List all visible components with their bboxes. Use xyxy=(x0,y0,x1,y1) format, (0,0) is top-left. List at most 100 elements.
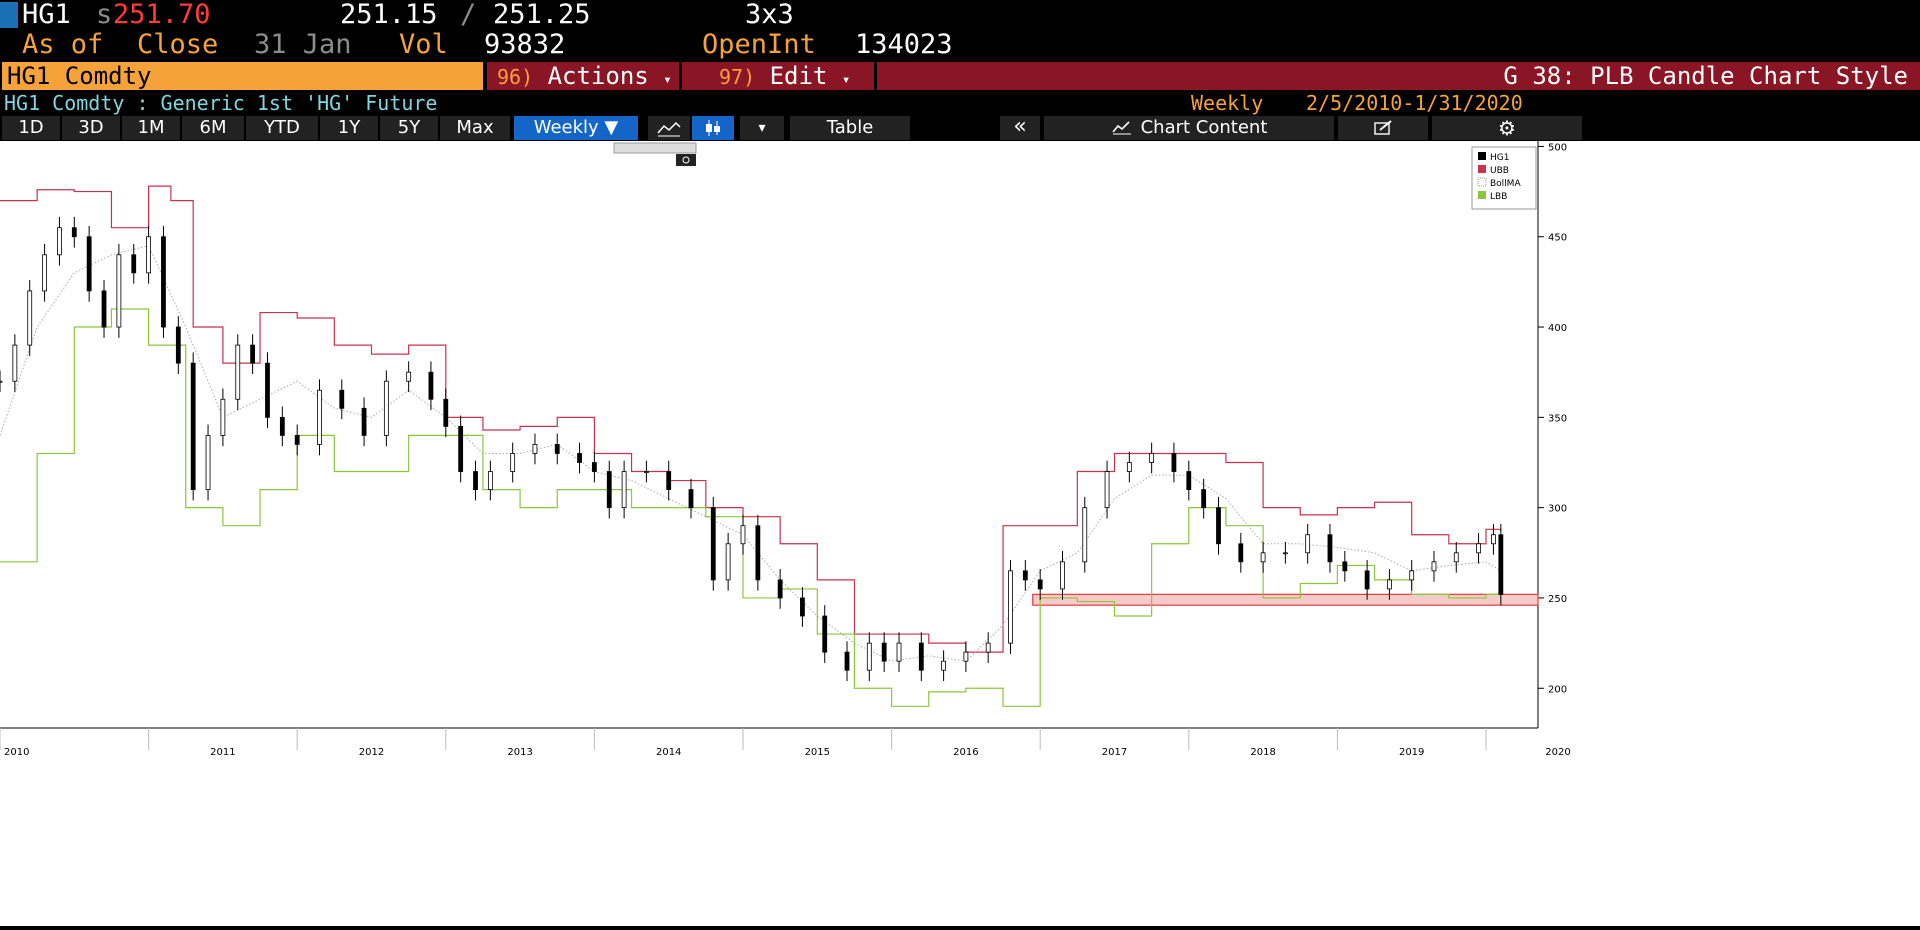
date-range: 2/5/2010-1/31/2020 xyxy=(1306,91,1523,115)
candle xyxy=(896,632,902,673)
candle xyxy=(1327,523,1333,573)
period-1m-button[interactable]: 1M xyxy=(122,116,180,140)
x-tick-label: 2017 xyxy=(1102,747,1127,758)
candle xyxy=(42,243,47,302)
candle xyxy=(116,243,122,338)
candle xyxy=(1260,541,1266,573)
candle xyxy=(161,225,166,338)
security-field[interactable]: HG1 Comdty xyxy=(2,62,483,90)
candle xyxy=(644,460,649,483)
candle xyxy=(1498,523,1504,606)
collapse-icon[interactable]: « xyxy=(1000,116,1040,140)
y-tick-label: 350 xyxy=(1548,413,1567,424)
drawing-tools-strip[interactable] xyxy=(613,142,697,166)
candle xyxy=(265,352,270,429)
candle xyxy=(175,316,181,374)
candle xyxy=(1104,460,1110,519)
price-prefix: s xyxy=(96,0,113,30)
chart-content-button[interactable]: Chart Content xyxy=(1044,116,1334,140)
period-ytd-button[interactable]: YTD xyxy=(246,116,318,140)
candle xyxy=(1082,496,1088,573)
candle xyxy=(755,514,761,591)
actions-menu[interactable]: 96) Actions ▾ xyxy=(487,62,679,90)
candle xyxy=(1171,442,1177,483)
gear-icon: ⚙ xyxy=(1498,116,1516,140)
period-max-button[interactable]: Max xyxy=(440,116,510,140)
frequency-dropdown[interactable]: Weekly ▼ xyxy=(514,116,638,140)
candle xyxy=(1008,560,1013,654)
y-tick-label: 250 xyxy=(1548,594,1567,605)
period-5y-button[interactable]: 5Y xyxy=(380,116,438,140)
candle xyxy=(235,334,241,411)
chart-toolbar: 1D 3D 1M 6M YTD 1Y 5Y Max Weekly ▼ ▾ Tab… xyxy=(0,116,1920,141)
candle xyxy=(146,225,151,284)
candle xyxy=(985,632,991,663)
period-3d-button[interactable]: 3D xyxy=(62,116,120,140)
chart-content-icon xyxy=(1111,121,1131,135)
candle xyxy=(86,225,92,302)
period-label: Weekly xyxy=(1191,91,1264,115)
chart-area[interactable]: 200 250 300 350 400 450 500 2010 2011 2012 2013 20… xyxy=(0,141,1920,926)
candle xyxy=(473,460,478,501)
candle xyxy=(606,460,612,519)
candle xyxy=(317,379,322,456)
line-chart-icon xyxy=(657,121,681,137)
bid-price: 251.15 xyxy=(340,0,438,30)
chart-type-dropdown[interactable]: ▾ xyxy=(740,116,784,140)
security-description-line: HG1 Comdty : Generic 1st 'HG' Future Wee… xyxy=(0,91,1920,115)
candle xyxy=(220,388,226,447)
y-tick-label: 450 xyxy=(1548,233,1567,244)
candle xyxy=(510,442,516,483)
table-button[interactable]: Table xyxy=(790,116,910,140)
candle xyxy=(1342,550,1348,582)
edit-menu[interactable]: 97) Edit ▾ xyxy=(682,62,874,90)
candle xyxy=(822,605,828,663)
candle xyxy=(71,216,77,248)
x-tick-label: 2011 xyxy=(210,747,235,758)
price-chart[interactable]: 200250300350400450500 2010 2011 2012 2013 20… xyxy=(0,141,1920,926)
edit-label: Edit xyxy=(769,62,828,90)
support-band-rect xyxy=(1032,593,1539,606)
bid-ask-size: 3x3 xyxy=(745,0,794,30)
candle xyxy=(621,460,627,519)
period-6m-button[interactable]: 6M xyxy=(182,116,244,140)
candle xyxy=(1491,523,1496,555)
candle xyxy=(443,388,449,438)
actions-caret-icon: ▾ xyxy=(663,72,672,88)
x-tick-label: 2020 xyxy=(1545,747,1570,758)
security-description: HG1 Comdty : Generic 1st 'HG' Future xyxy=(4,91,438,115)
candle xyxy=(554,433,560,465)
volume-value: 93832 xyxy=(484,29,566,60)
candle xyxy=(1186,460,1192,501)
candle xyxy=(1238,532,1244,573)
settings-button[interactable]: ⚙ xyxy=(1432,116,1582,140)
candle xyxy=(777,569,783,609)
candle xyxy=(12,334,18,393)
ask-price: 251.25 xyxy=(493,0,591,30)
close-label: Close xyxy=(137,29,219,60)
candle xyxy=(1126,451,1132,483)
candle-chart-button[interactable] xyxy=(692,116,734,140)
candle xyxy=(800,587,805,627)
annotate-button[interactable] xyxy=(1338,116,1428,140)
open-interest-label: OpenInt xyxy=(702,29,816,60)
period-1y-button[interactable]: 1Y xyxy=(320,116,378,140)
y-tick-label: 300 xyxy=(1548,504,1567,515)
candle xyxy=(279,406,285,447)
candle xyxy=(27,280,33,356)
candle xyxy=(866,632,872,682)
candle xyxy=(294,424,300,456)
period-1d-button[interactable]: 1D xyxy=(2,116,60,140)
legend-label: LBB xyxy=(1490,192,1507,202)
candle xyxy=(339,379,345,420)
candle xyxy=(428,361,434,411)
legend-label: BollMA xyxy=(1490,179,1521,189)
candle xyxy=(205,424,211,501)
x-tick-label: 2010 xyxy=(4,747,29,758)
candle xyxy=(1060,550,1065,600)
edit-chart-icon xyxy=(1374,120,1392,135)
line-chart-button[interactable] xyxy=(648,116,690,140)
candlestick-icon xyxy=(706,120,720,136)
candle xyxy=(881,632,887,673)
open-interest-value: 134023 xyxy=(855,29,953,60)
